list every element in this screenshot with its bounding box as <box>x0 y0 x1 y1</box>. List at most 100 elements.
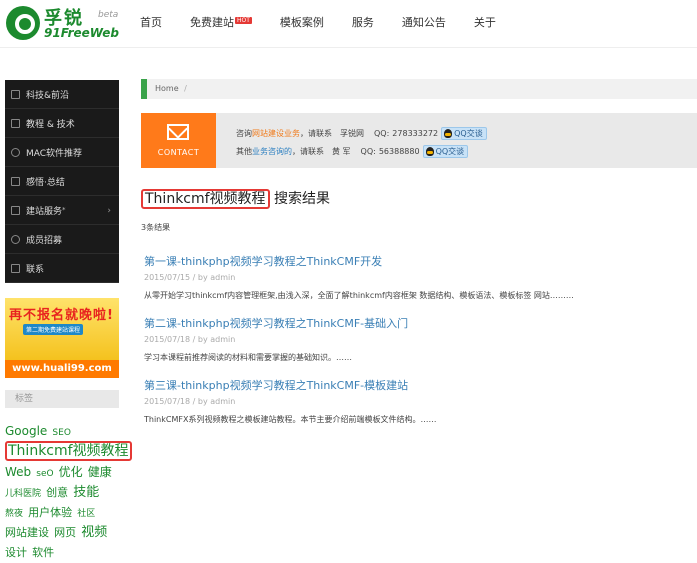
website-service-link[interactable]: 网站建设业务 <box>252 128 300 139</box>
sidebar-item-sup: * <box>62 206 66 214</box>
sidebar-item-label: 感悟·总结 <box>26 177 65 188</box>
result-meta: 2015/07/18 / by admin <box>144 397 236 406</box>
result-item: 第一课-thinkphp视频学习教程之ThinkCMF开发 2015/07/15… <box>144 250 694 301</box>
nav-home[interactable]: 首页 <box>140 14 162 30</box>
nav-services[interactable]: 服务 <box>352 14 374 30</box>
tag-link[interactable]: seO <box>36 469 53 479</box>
logo-beta-label: beta <box>98 10 119 20</box>
tag-link[interactable]: Thinkcmf视频教程 <box>5 441 132 461</box>
tag-link[interactable]: 健康 <box>88 465 112 479</box>
contact-text: ，请联系 <box>292 147 324 156</box>
qq-chat-button[interactable]: QQ交谈 <box>422 145 469 158</box>
contact-text: 其他 <box>236 147 252 156</box>
search-results-suffix: 搜索结果 <box>274 191 331 207</box>
result-meta: 2015/07/15 / by admin <box>144 273 236 282</box>
tag-link[interactable]: 熬夜 <box>5 509 23 519</box>
result-excerpt: 学习本课程前推荐阅读的材料和需要掌握的基础知识。…… <box>144 353 352 362</box>
image-icon <box>11 176 20 186</box>
chevron-right-icon: › <box>107 206 111 216</box>
contact-line-other: 其他 业务咨询的 ，请联系 黄 军 QQ: 56388880 QQ交谈 <box>236 145 469 158</box>
monitor-icon <box>11 205 20 215</box>
sidebar-item-tech[interactable]: 科技&前沿 <box>5 80 119 109</box>
result-item: 第三课-thinkphp视频学习教程之ThinkCMF-模板建站 2015/07… <box>144 374 694 425</box>
nav-templates[interactable]: 模板案例 <box>280 14 324 30</box>
qq-chat-label: QQ交谈 <box>435 147 465 156</box>
site-header: 孚锐 91FreeWeb beta 首页 免费建站 HOT 模板案例 服务 通知公… <box>0 0 697 48</box>
tag-link[interactable]: SEO <box>52 428 70 438</box>
result-item: 第二课-thinkphp视频学习教程之ThinkCMF-基础入门 2015/07… <box>144 312 694 363</box>
qq-penguin-icon <box>444 129 453 138</box>
result-title-link[interactable]: 第一课-thinkphp视频学习教程之ThinkCMF开发 <box>144 255 382 268</box>
sidebar-item-label: 科技&前沿 <box>26 90 70 101</box>
nav-free-site[interactable]: 免费建站 HOT <box>190 14 252 30</box>
result-title-link[interactable]: 第二课-thinkphp视频学习教程之ThinkCMF-基础入门 <box>144 317 408 330</box>
search-query-highlight: Thinkcmf视频教程 <box>141 189 270 209</box>
qq-label: QQ: <box>360 147 376 156</box>
breadcrumb-home[interactable]: Home <box>155 84 179 93</box>
contact-button[interactable]: CONTACT <box>141 113 216 168</box>
phone-icon <box>11 263 20 273</box>
contact-text: 咨询 <box>236 129 252 138</box>
sidebar-item-label: 成员招募 <box>26 235 63 246</box>
banner-subtitle: 第二期免费建站课程 <box>23 324 84 335</box>
contact-name: 黄 军 <box>332 147 351 156</box>
breadcrumb: Home / <box>141 79 697 99</box>
result-title-link[interactable]: 第三课-thinkphp视频学习教程之ThinkCMF-模板建站 <box>144 379 408 392</box>
tag-link[interactable]: 设计 <box>5 546 27 559</box>
logo-english-text: 91FreeWeb <box>44 26 119 40</box>
tag-link[interactable]: 视频 <box>81 525 107 540</box>
result-excerpt: ThinkCMFX系列视频教程之模板建站教程。本节主要介绍前端模板文件结构。…… <box>144 415 437 424</box>
sidebar-item-mac[interactable]: MAC软件推荐 <box>5 138 119 167</box>
terminal-icon <box>11 118 20 128</box>
qq-number: 56388880 <box>378 147 420 156</box>
qq-number: 278333272 <box>392 129 439 138</box>
tag-link[interactable]: 社区 <box>77 509 95 519</box>
tag-link[interactable]: 软件 <box>32 546 54 559</box>
info-icon <box>11 147 20 157</box>
tag-link[interactable]: Web <box>5 465 31 479</box>
result-meta: 2015/07/18 / by admin <box>144 335 236 344</box>
contact-name: 孚锐网 <box>340 129 364 138</box>
breadcrumb-separator: / <box>184 84 187 93</box>
sidebar-item-label: 建站服务 <box>26 206 63 217</box>
tags-heading: 标签 <box>5 390 119 408</box>
banner-url: www.huali99.com <box>5 360 119 378</box>
hot-badge: HOT <box>235 17 252 24</box>
promo-banner[interactable]: 再不报名就晚啦! 第二期免费建站课程 www.huali99.com <box>5 298 119 378</box>
chat-icon <box>11 234 20 244</box>
tag-link[interactable]: 网页 <box>54 526 76 539</box>
sidebar-item-label: 教程 & 技术 <box>26 119 75 130</box>
result-excerpt: 从零开始学习thinkcmf内容管理框架,由浅入深，全面了解thinkcmf内容… <box>144 291 574 300</box>
document-icon <box>11 89 20 99</box>
sidebar-item-label: 联系 <box>26 264 45 275</box>
tag-link[interactable]: 用户体验 <box>28 506 72 519</box>
sidebar-item-build-service[interactable]: 建站服务 * › <box>5 196 119 225</box>
other-service-link[interactable]: 业务咨询的 <box>252 146 292 157</box>
nav-notices[interactable]: 通知公告 <box>402 14 446 30</box>
contact-text: ，请联系 <box>300 129 332 138</box>
nav-free-site-label: 免费建站 <box>190 16 234 29</box>
qq-chat-button[interactable]: QQ交谈 <box>441 127 487 140</box>
tag-link[interactable]: 创意 <box>46 486 68 499</box>
search-results-title: Thinkcmf视频教程 搜索结果 <box>141 188 331 209</box>
tag-cloud: Google SEO Thinkcmf视频教程 Web seO 优化 健康 儿科… <box>5 420 132 561</box>
envelope-icon <box>167 124 189 140</box>
sidebar-item-label: MAC软件推荐 <box>26 148 83 159</box>
tag-link[interactable]: 网站建设 <box>5 526 49 539</box>
banner-title: 再不报名就晚啦! <box>9 308 114 323</box>
sidebar-item-contact[interactable]: 联系 <box>5 254 119 283</box>
sidebar-item-tutorials[interactable]: 教程 & 技术 <box>5 109 119 138</box>
tag-link[interactable]: 儿科医院 <box>5 489 41 499</box>
tag-link[interactable]: 优化 <box>59 465 83 479</box>
site-logo[interactable]: 孚锐 91FreeWeb beta <box>6 4 119 44</box>
tag-link[interactable]: Google <box>5 424 47 438</box>
contact-line-website: 咨询 网站建设业务 ，请联系 孚锐网 QQ: 278333272 QQ交谈 <box>236 127 487 140</box>
result-count: 3条结果 <box>141 223 171 232</box>
tag-link[interactable]: 技能 <box>73 485 99 500</box>
qq-chat-label: QQ交谈 <box>454 129 483 138</box>
contact-button-label: CONTACT <box>157 148 200 157</box>
sidebar-item-recruit[interactable]: 成员招募 <box>5 225 119 254</box>
sidebar-item-thoughts[interactable]: 感悟·总结 <box>5 167 119 196</box>
logo-mark-icon <box>6 6 40 40</box>
nav-about[interactable]: 关于 <box>474 14 496 30</box>
